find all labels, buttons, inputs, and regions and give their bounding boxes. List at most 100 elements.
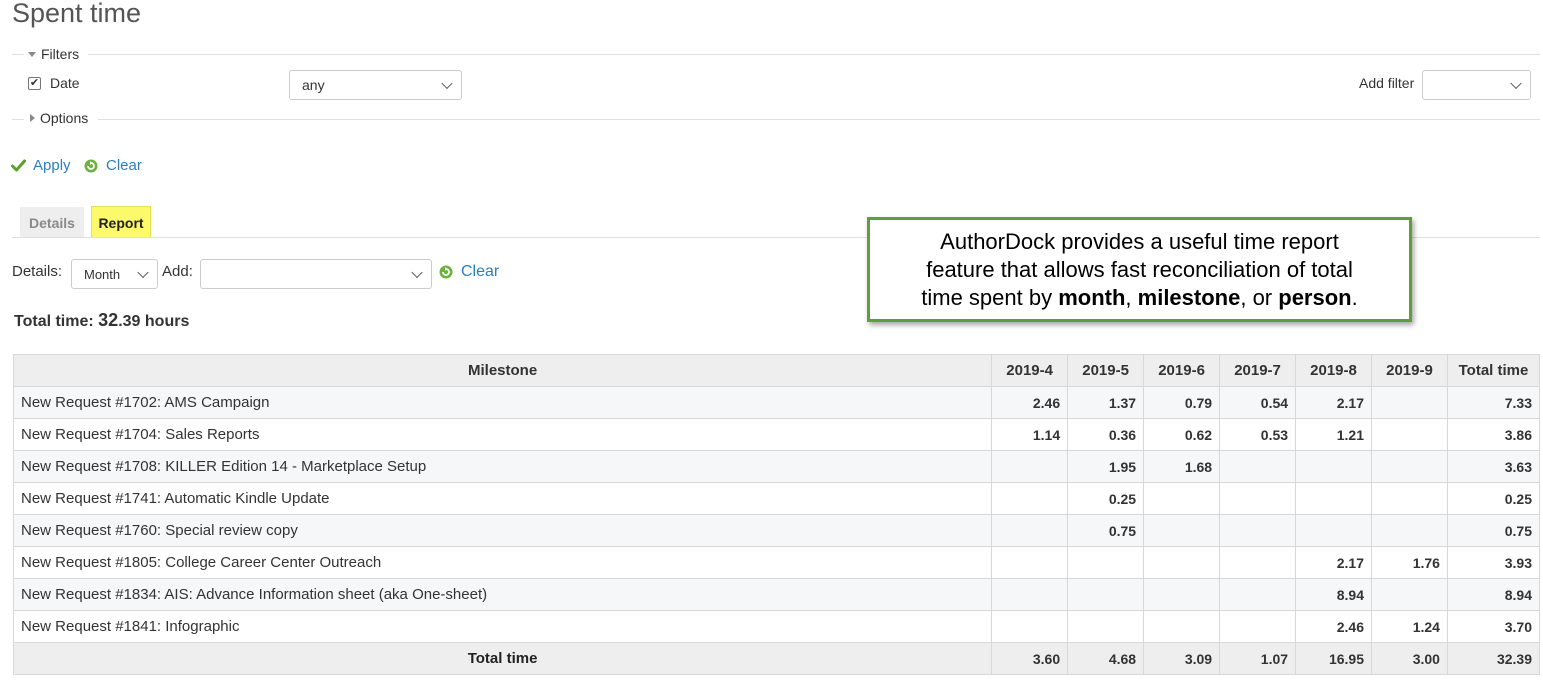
milestone-name: New Request #1805: College Career Center… (12, 546, 993, 579)
milestone-name: New Request #1702: AMS Campaign (12, 386, 993, 419)
total-hours-cell: 16.95 (1295, 642, 1372, 675)
collapse-arrow-icon (28, 51, 36, 57)
hours-cell: 1.68 (1143, 450, 1221, 483)
hours-cell: 3.63 (1446, 450, 1541, 483)
details-period-select[interactable]: Month (71, 259, 158, 289)
hours-cell (1143, 546, 1221, 579)
callout-sep-1: , (1125, 284, 1138, 310)
add-criteria-label: Add: (162, 263, 193, 280)
table-row: New Request #1805: College Career Center… (12, 546, 1541, 579)
hours-cell (991, 546, 1069, 579)
totals-row: Total time 3.60 4.68 3.09 1.07 16.95 3.00 32.39 (12, 642, 1541, 675)
date-operator-value: any (302, 77, 325, 93)
chevron-down-icon (1510, 77, 1522, 90)
hours-cell: 1.14 (991, 418, 1069, 451)
total-time-label: Total time: (14, 313, 94, 330)
table-row: New Request #1708: KILLER Edition 14 - M… (12, 450, 1541, 483)
filters-legend[interactable]: Filters (28, 46, 79, 62)
hours-cell: 1.21 (1295, 418, 1372, 451)
hours-cell: 0.54 (1219, 386, 1297, 419)
hours-cell: 0.79 (1143, 386, 1221, 419)
milestone-name: New Request #1841: Infographic (12, 610, 993, 643)
callout-line-3: time spent by (921, 284, 1059, 310)
hours-cell (991, 514, 1069, 547)
hours-cell (1067, 546, 1145, 579)
clear-filters-button[interactable]: Clear (83, 157, 142, 174)
column-header: 2019-9 (1371, 354, 1448, 387)
total-hours-cell: 3.09 (1143, 642, 1221, 675)
hours-cell (1295, 482, 1372, 515)
filters-fieldset-line-right (88, 54, 1540, 55)
hours-cell (1143, 482, 1221, 515)
hours-cell: 0.36 (1067, 418, 1145, 451)
hours-cell (1371, 418, 1448, 451)
hours-cell: 3.86 (1446, 418, 1541, 451)
milestone-name: New Request #1704: Sales Reports (12, 418, 993, 451)
tab-details[interactable]: Details (20, 207, 84, 238)
hours-cell: 8.94 (1446, 578, 1541, 611)
hours-cell: 2.17 (1295, 386, 1372, 419)
details-label: Details: (12, 263, 63, 280)
total-hours-cell: 1.07 (1219, 642, 1297, 675)
hours-cell (1219, 578, 1297, 611)
hours-cell (1295, 514, 1372, 547)
hours-cell: 1.95 (1067, 450, 1145, 483)
callout-line-2: feature that allows fast reconciliation … (926, 256, 1353, 282)
hours-cell (1371, 450, 1448, 483)
hours-cell (1371, 514, 1448, 547)
tab-report[interactable]: Report (91, 206, 151, 238)
callout-text: AuthorDock provides a useful time report… (921, 228, 1357, 312)
callout-end: . (1351, 284, 1358, 310)
hours-cell (1219, 546, 1297, 579)
add-criteria-select[interactable] (200, 259, 432, 289)
milestone-name: New Request #1741: Automatic Kindle Upda… (12, 482, 993, 515)
hours-cell: 0.75 (1446, 514, 1541, 547)
callout-bold-month: month (1058, 284, 1126, 310)
hours-cell (1067, 610, 1145, 643)
hours-cell: 8.94 (1295, 578, 1372, 611)
checkmark-icon (11, 159, 26, 172)
apply-button[interactable]: Apply (11, 157, 71, 174)
filters-legend-label: Filters (41, 46, 80, 62)
date-filter-checkbox[interactable]: ✔ (28, 77, 41, 90)
hours-cell: 3.93 (1446, 546, 1541, 579)
milestone-name: New Request #1834: AIS: Advance Informat… (12, 578, 993, 611)
table-row: New Request #1834: AIS: Advance Informat… (12, 578, 1541, 611)
column-header: 2019-4 (991, 354, 1069, 387)
hours-cell (1371, 386, 1448, 419)
total-hours-cell: 3.60 (991, 642, 1069, 675)
clear-report-button[interactable]: Clear (438, 263, 499, 281)
chevron-down-icon (441, 77, 453, 90)
options-legend[interactable]: Options (30, 110, 88, 126)
hours-cell (1219, 482, 1297, 515)
hours-cell: 0.62 (1143, 418, 1221, 451)
date-operator-select[interactable]: any (289, 70, 462, 100)
table-row: New Request #1704: Sales Reports 1.14 0.36… (12, 418, 1541, 451)
hours-cell (1219, 450, 1297, 483)
hours-cell (1067, 578, 1145, 611)
column-header: 2019-6 (1143, 354, 1221, 387)
total-time-summary: Total time: 32.39 hours (14, 310, 189, 331)
milestone-name: New Request #1760: Special review copy (12, 514, 993, 547)
hours-cell (1295, 450, 1372, 483)
hours-cell: 7.33 (1446, 386, 1541, 419)
info-callout: AuthorDock provides a useful time report… (867, 217, 1412, 322)
column-header: 2019-7 (1219, 354, 1297, 387)
add-filter-label: Add filter (1359, 75, 1415, 91)
details-period-value: Month (84, 266, 121, 282)
filters-fieldset-line-left (12, 54, 24, 55)
hours-cell (1143, 514, 1221, 547)
callout-bold-milestone: milestone (1137, 284, 1241, 310)
hours-cell (1371, 482, 1448, 515)
add-filter-select[interactable] (1422, 70, 1531, 100)
hours-cell (991, 610, 1069, 643)
options-legend-label: Options (40, 110, 89, 126)
date-filter-label: Date (50, 75, 80, 91)
options-fieldset-line-left (12, 119, 24, 120)
hours-cell (1371, 578, 1448, 611)
hours-cell: 2.46 (1295, 610, 1372, 643)
column-header: 2019-8 (1295, 354, 1372, 387)
total-time-hours: 32 (98, 310, 119, 330)
milestone-name: New Request #1708: KILLER Edition 14 - M… (12, 450, 993, 483)
total-hours-cell: 3.00 (1371, 642, 1448, 675)
